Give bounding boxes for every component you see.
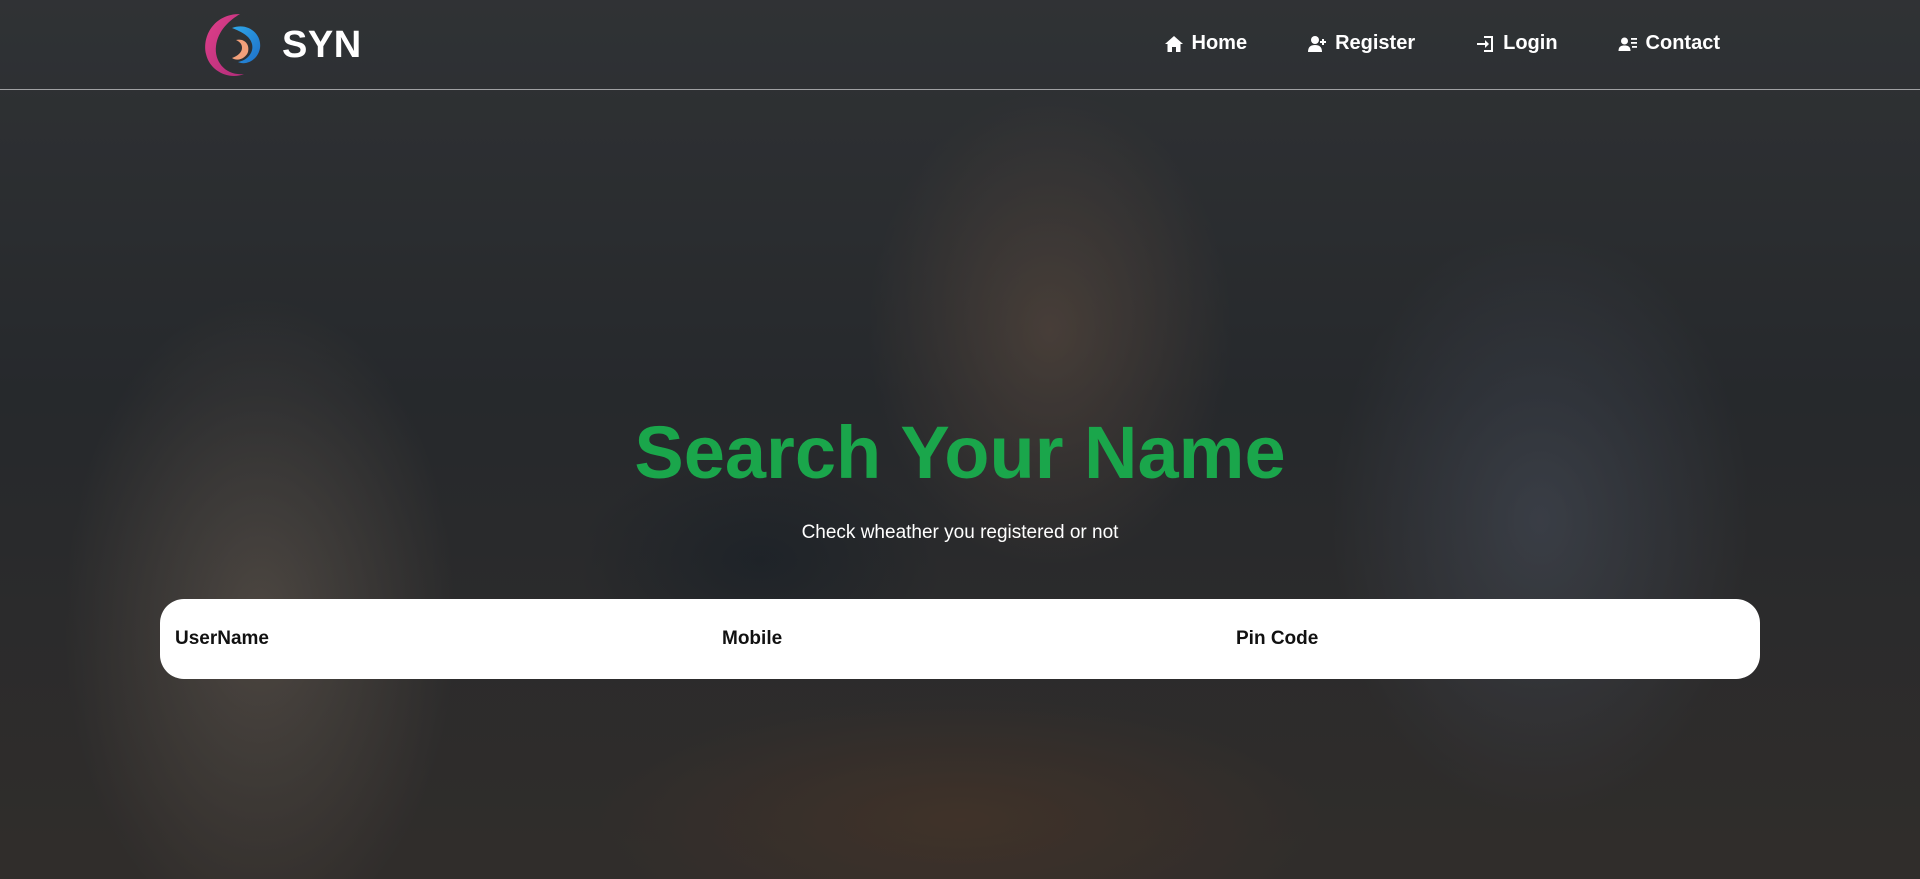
main-nav: Home Register Login Contact xyxy=(1164,32,1720,55)
logo-swirl-icon xyxy=(205,14,261,76)
page-subtitle: Check wheather you registered or not xyxy=(801,522,1119,543)
nav-login[interactable]: Login xyxy=(1475,32,1558,55)
login-icon xyxy=(1477,35,1494,52)
username-input[interactable] xyxy=(175,599,705,679)
user-plus-icon xyxy=(1308,35,1327,52)
search-form xyxy=(160,599,1760,679)
mobile-input[interactable] xyxy=(722,599,1222,679)
nav-home[interactable]: Home xyxy=(1164,32,1248,55)
brand-name: SYN xyxy=(282,23,362,66)
logo[interactable]: SYN xyxy=(200,8,362,82)
nav-login-label: Login xyxy=(1503,32,1558,54)
site-header: SYN Home Register Login Contact xyxy=(0,0,1920,90)
nav-contact[interactable]: Contact xyxy=(1618,32,1720,55)
contact-icon xyxy=(1618,37,1637,51)
home-icon xyxy=(1164,35,1183,52)
pincode-input[interactable] xyxy=(1236,599,1746,679)
nav-register-label: Register xyxy=(1335,32,1416,54)
nav-home-label: Home xyxy=(1191,32,1248,54)
nav-contact-label: Contact xyxy=(1645,32,1720,54)
page-title: Search Your Name xyxy=(634,411,1286,494)
nav-register[interactable]: Register xyxy=(1307,32,1415,55)
